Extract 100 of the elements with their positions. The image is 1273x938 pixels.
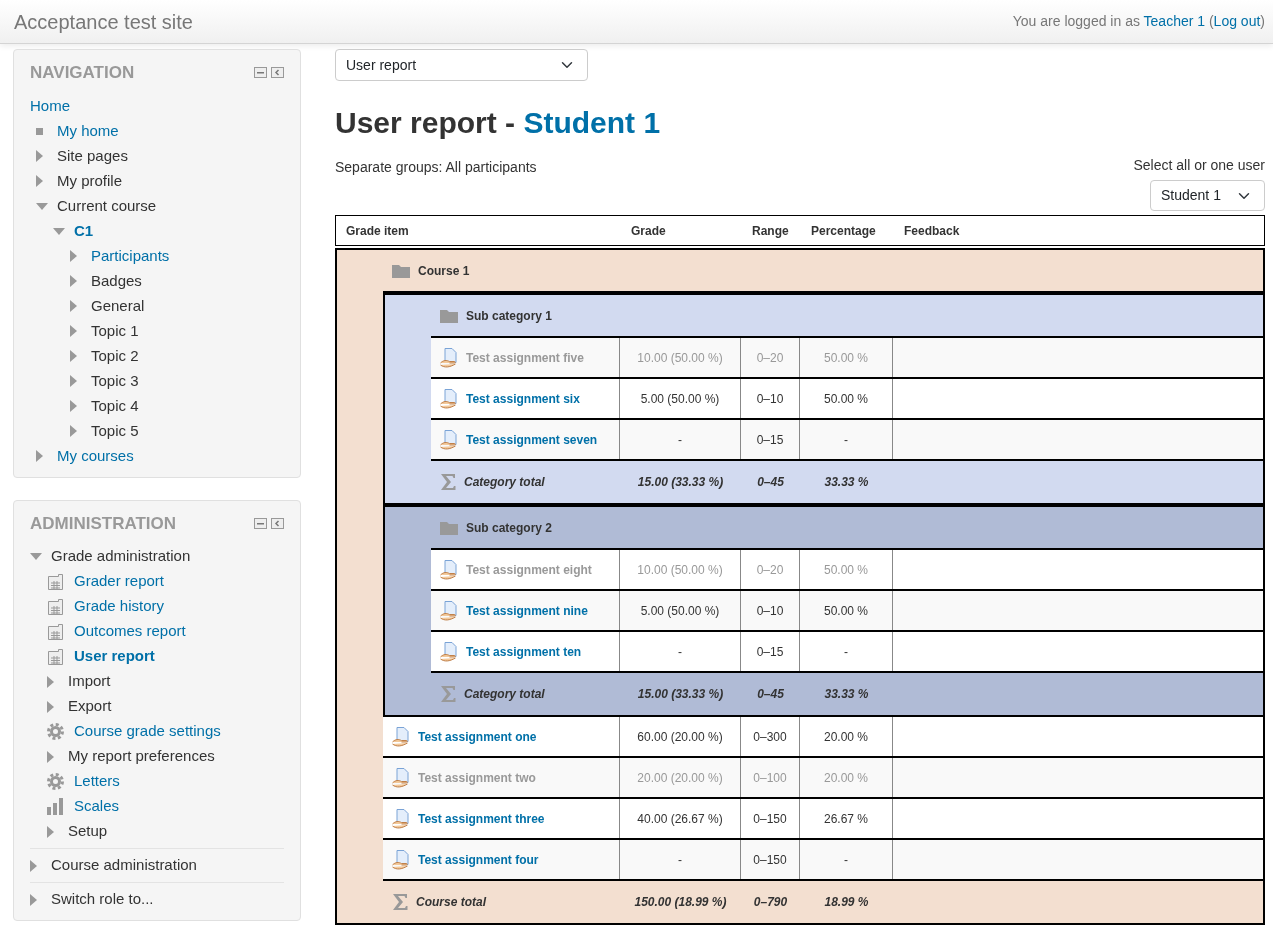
percentage-cell: 50.00 % [800,338,893,377]
gear-icon [47,723,64,740]
nav-label[interactable]: Site pages [57,144,128,168]
category-name: Sub category 2 [466,519,553,537]
grade-item-link[interactable]: Test assignment ten [466,642,582,661]
caret-right-icon[interactable] [47,700,54,713]
nav-label[interactable]: Grade administration [51,545,191,568]
report-icon [47,598,64,615]
grade-cell: - [620,840,741,879]
category-name: Sub category 1 [466,307,553,325]
nav-label[interactable]: General [91,294,145,318]
percentage-cell: 20.00 % [800,758,893,797]
range-cell: 0–10 [741,591,800,630]
folder-icon [392,263,410,278]
percentage-cell: 50.00 % [800,550,893,589]
grade-item-link[interactable]: Test assignment eight [466,560,592,579]
nav-link-item[interactable]: Participants [91,244,170,268]
folder-icon [440,308,458,323]
total-grade: 15.00 (33.33 %) [636,474,725,491]
nav-link-item[interactable]: User report [74,645,155,668]
grade-cell: 60.00 (20.00 %) [620,717,741,756]
caret-down-icon[interactable] [30,553,42,560]
assignment-icon [440,600,458,621]
nav-label[interactable]: Course administration [51,854,197,877]
nav-label[interactable]: Export [68,695,112,718]
nav-link-item[interactable]: My home [57,119,119,143]
caret-right-icon[interactable] [36,175,43,187]
login-info: You are logged in as Teacher 1 (Log out) [1012,12,1265,31]
grade-item-link[interactable]: Test assignment seven [466,430,598,449]
nav-link-item[interactable]: Home [30,94,70,118]
caret-right-icon[interactable] [36,450,43,462]
caret-right-icon[interactable] [47,675,54,688]
caret-right-icon[interactable] [30,859,37,872]
grade-item-link[interactable]: Test assignment four [418,850,539,869]
nav-link-item[interactable]: Letters [74,770,120,793]
caret-right-icon[interactable] [70,375,77,387]
nav-label[interactable]: Topic 4 [91,394,139,418]
nav-link-item[interactable]: C1 [74,219,94,243]
nav-label[interactable]: Badges [91,269,142,293]
caret-right-icon[interactable] [36,150,43,162]
percentage-cell: - [800,420,893,459]
caret-right-icon[interactable] [30,893,37,906]
nav-label[interactable]: Switch role to... [51,888,154,911]
bullet-icon [36,127,43,135]
caret-right-icon[interactable] [47,825,54,838]
caret-right-icon[interactable] [70,350,77,362]
report-select[interactable]: User report [335,49,588,81]
grade-cell: 20.00 (20.00 %) [620,758,741,797]
caret-right-icon[interactable] [70,300,77,312]
total-grade: 150.00 (18.99 %) [633,894,728,911]
nav-label[interactable]: Topic 1 [91,319,139,343]
range-cell: 0–150 [741,840,800,879]
user-select[interactable]: Student 1 [1150,180,1265,211]
grade-item-link[interactable]: Test assignment two [418,768,536,787]
student-link[interactable]: Student 1 [523,106,661,139]
range-cell: 0–15 [741,420,800,459]
nav-link-item[interactable]: Scales [74,795,120,818]
caret-right-icon[interactable] [70,425,77,437]
report-icon [47,623,64,640]
grade-item-link[interactable]: Test assignment three [418,809,545,828]
caret-right-icon[interactable] [70,325,77,337]
nav-label[interactable]: My profile [57,169,123,193]
nav-label[interactable]: Topic 5 [91,419,139,443]
caret-down-icon[interactable] [36,202,48,210]
nav-label[interactable]: Setup [68,820,108,843]
caret-right-icon[interactable] [70,275,77,287]
total-label: Category total [464,474,545,491]
range-cell: 0–10 [741,379,800,418]
caret-right-icon[interactable] [47,750,54,763]
minimize-icon[interactable] [254,517,267,529]
percentage-cell: 50.00 % [800,379,893,418]
nav-link-item[interactable]: Grader report [74,570,165,593]
total-range: 0–45 [756,686,785,703]
page-heading: User report - Student 1 [335,105,662,141]
total-range: 0–45 [756,474,785,491]
percentage-cell: - [800,632,893,671]
minimize-icon[interactable] [254,67,267,79]
grade-item-link[interactable]: Test assignment six [466,389,580,408]
nav-label[interactable]: Topic 3 [91,369,139,393]
nav-label[interactable]: My report preferences [68,745,215,768]
grade-item-link[interactable]: Test assignment nine [466,601,588,620]
caret-down-icon[interactable] [53,227,65,235]
nav-label[interactable]: Import [68,670,111,693]
nav-link-item[interactable]: My courses [57,444,134,468]
caret-right-icon[interactable] [70,250,77,262]
caret-right-icon[interactable] [70,400,77,412]
assignment-icon [440,388,458,409]
nav-link-item[interactable]: Grade history [74,595,165,618]
grade-item-link[interactable]: Test assignment one [418,727,537,746]
nav-label[interactable]: Current course [57,194,157,218]
nav-label[interactable]: Topic 2 [91,344,139,368]
user-link[interactable]: Teacher 1 [1143,13,1206,29]
logout-link[interactable]: Log out [1213,13,1261,29]
nav-link-item[interactable]: Outcomes report [74,620,186,643]
dock-icon[interactable] [271,67,284,79]
nav-link-item[interactable]: Course grade settings [74,720,221,743]
report-icon [47,573,64,590]
grade-cell: 5.00 (50.00 %) [620,591,741,630]
column-header: Feedback [903,222,961,240]
dock-icon[interactable] [271,517,284,529]
